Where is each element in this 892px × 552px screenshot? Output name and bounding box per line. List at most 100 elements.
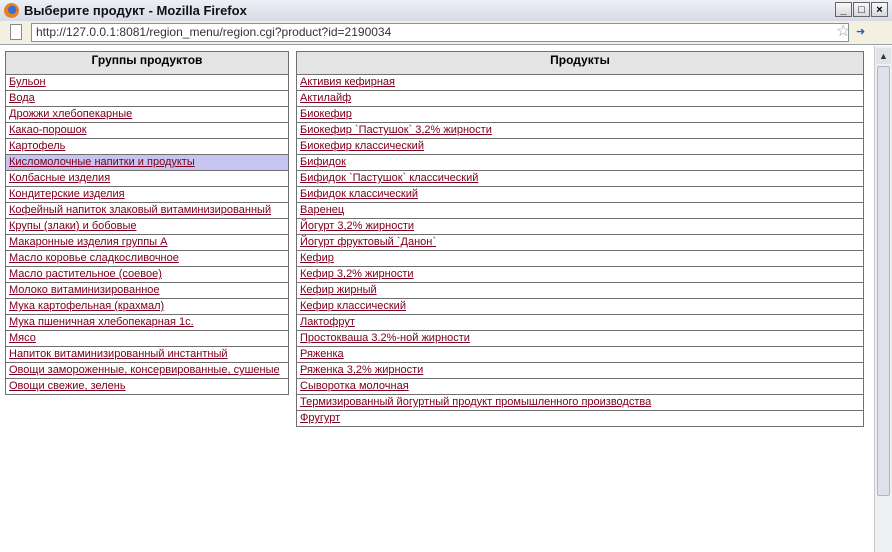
group-row-cell: Вода (5, 90, 289, 107)
group-row-cell: Молоко витаминизированное (5, 282, 289, 299)
group-link[interactable]: Масло растительное (соевое) (9, 268, 162, 280)
product-row: Кефир жирный (296, 282, 864, 299)
product-row-cell: Бифидок (296, 154, 864, 171)
product-row-cell: Актилайф (296, 90, 864, 107)
group-link[interactable]: Масло коровье сладкосливочное (9, 252, 179, 264)
group-link[interactable]: Какао-порошок (9, 124, 87, 136)
product-row: Биокефир классический (296, 138, 864, 155)
group-row-cell: Крупы (злаки) и бобовые (5, 218, 289, 235)
group-link[interactable]: Макаронные изделия группы А (9, 236, 167, 248)
group-row-cell: Масло коровье сладкосливочное (5, 250, 289, 267)
group-link[interactable]: Кофейный напиток злаковый витаминизирова… (9, 204, 271, 216)
product-link[interactable]: Лактофрут (300, 316, 355, 328)
group-link[interactable]: Молоко витаминизированное (9, 284, 160, 296)
minimize-button[interactable]: _ (835, 2, 852, 17)
product-row-cell: Ряженка (296, 346, 864, 363)
product-link[interactable]: Бифидок `Пастушок` классический (300, 172, 478, 184)
group-link[interactable]: Картофель (9, 140, 65, 152)
maximize-button[interactable]: □ (853, 2, 870, 17)
group-row-cell: Какао-порошок (5, 122, 289, 139)
group-row: Бульон (5, 74, 289, 91)
product-link[interactable]: Ряженка 3,2% жирности (300, 364, 423, 376)
group-row: Кондитерские изделия (5, 186, 289, 203)
product-row: Бифидок (296, 154, 864, 171)
group-link[interactable]: Напиток витаминизированный инстантный (9, 348, 228, 360)
product-link[interactable]: Варенец (300, 204, 344, 216)
scroll-up-icon[interactable]: ▲ (876, 48, 891, 64)
group-row: Дрожжи хлебопекарные (5, 106, 289, 123)
group-row-cell: Кондитерские изделия (5, 186, 289, 203)
group-link[interactable]: Бульон (9, 76, 46, 88)
product-row-cell: Кефир жирный (296, 282, 864, 299)
group-row: Овощи свежие, зелень (5, 378, 289, 395)
product-row: Активия кефирная (296, 74, 864, 91)
group-link[interactable]: Мясо (9, 332, 36, 344)
product-link[interactable]: Фругурт (300, 412, 340, 424)
group-row: Макаронные изделия группы А (5, 234, 289, 251)
product-row-cell: Йогурт 3,2% жирности (296, 218, 864, 235)
products-table: Продукты Активия кефирная Актилайф Биокефи… (296, 51, 864, 427)
product-link[interactable]: Активия кефирная (300, 76, 395, 88)
product-row-cell: Бифидок `Пастушок` классический (296, 170, 864, 187)
group-link[interactable]: Дрожжи хлебопекарные (9, 108, 132, 120)
product-row: Биокефир `Пастушок` 3,2% жирности (296, 122, 864, 139)
group-row-cell: Картофель (5, 138, 289, 155)
bookmark-star-icon[interactable]: ☆ (836, 23, 850, 41)
product-row-cell: Лактофрут (296, 314, 864, 331)
group-row-cell: Кофейный напиток злаковый витаминизирова… (5, 202, 289, 219)
product-link[interactable]: Йогурт фруктовый `Данон` (300, 236, 436, 248)
product-link[interactable]: Биокефир классический (300, 140, 424, 152)
group-link[interactable]: Крупы (злаки) и бобовые (9, 220, 137, 232)
product-link[interactable]: Бифидок классический (300, 188, 418, 200)
product-row: Лактофрут (296, 314, 864, 331)
vertical-scrollbar[interactable]: ▲ (874, 46, 892, 552)
product-row-cell: Кефир классический (296, 298, 864, 315)
group-link[interactable]: Мука пшеничная хлебопекарная 1с. (9, 316, 194, 328)
scrollbar-thumb[interactable] (877, 66, 890, 496)
group-link[interactable]: Кондитерские изделия (9, 188, 125, 200)
product-link[interactable]: Сыворотка молочная (300, 380, 409, 392)
product-row: Бифидок классический (296, 186, 864, 203)
product-link[interactable]: Кефир жирный (300, 284, 377, 296)
url-text[interactable]: http://127.0.0.1:8081/region_menu/region… (36, 25, 391, 39)
close-button[interactable]: × (871, 2, 888, 17)
product-link[interactable]: Актилайф (300, 92, 351, 104)
product-row-cell: Фругурт (296, 410, 864, 427)
group-row: Кисломолочные напитки и продукты (5, 154, 289, 171)
product-link[interactable]: Биокефир (300, 108, 352, 120)
product-row: Кефир (296, 250, 864, 267)
product-row-cell: Варенец (296, 202, 864, 219)
product-row: Йогурт 3,2% жирности (296, 218, 864, 235)
product-row: Ряженка (296, 346, 864, 363)
product-link[interactable]: Ряженка (300, 348, 344, 360)
group-row-cell: Масло растительное (соевое) (5, 266, 289, 283)
group-link[interactable]: Мука картофельная (крахмал) (9, 300, 164, 312)
group-row-cell: Овощи замороженные, консервированные, су… (5, 362, 289, 379)
product-row: Простокваша 3.2%-ной жирности (296, 330, 864, 347)
groups-header: Группы продуктов (5, 51, 289, 75)
group-row: Мясо (5, 330, 289, 347)
product-row: Биокефир (296, 106, 864, 123)
product-link[interactable]: Кефир классический (300, 300, 406, 312)
product-link[interactable]: Термизированный йогуртный продукт промыш… (300, 396, 651, 408)
group-row-cell: Овощи свежие, зелень (5, 378, 289, 395)
product-link[interactable]: Кефир (300, 252, 334, 264)
group-row: Масло коровье сладкосливочное (5, 250, 289, 267)
group-row: Напиток витаминизированный инстантный (5, 346, 289, 363)
group-row: Кофейный напиток злаковый витаминизирова… (5, 202, 289, 219)
product-link[interactable]: Простокваша 3.2%-ной жирности (300, 332, 470, 344)
group-link[interactable]: Вода (9, 92, 35, 104)
product-row: Варенец (296, 202, 864, 219)
group-link[interactable]: Колбасные изделия (9, 172, 110, 184)
product-link[interactable]: Бифидок (300, 156, 346, 168)
group-link[interactable]: Овощи замороженные, консервированные, су… (9, 364, 280, 376)
product-link[interactable]: Биокефир `Пастушок` 3,2% жирности (300, 124, 492, 136)
products-header: Продукты (296, 51, 864, 75)
go-icon[interactable]: ➜ (856, 25, 865, 38)
group-row: Картофель (5, 138, 289, 155)
product-groups-table: Группы продуктов Бульон Вода Дрожжи хлебоп… (5, 51, 289, 395)
group-link[interactable]: Овощи свежие, зелень (9, 380, 126, 392)
product-link[interactable]: Кефир 3,2% жирности (300, 268, 414, 280)
group-link[interactable]: Кисломолочные напитки и продукты (9, 156, 195, 168)
product-link[interactable]: Йогурт 3,2% жирности (300, 220, 414, 232)
